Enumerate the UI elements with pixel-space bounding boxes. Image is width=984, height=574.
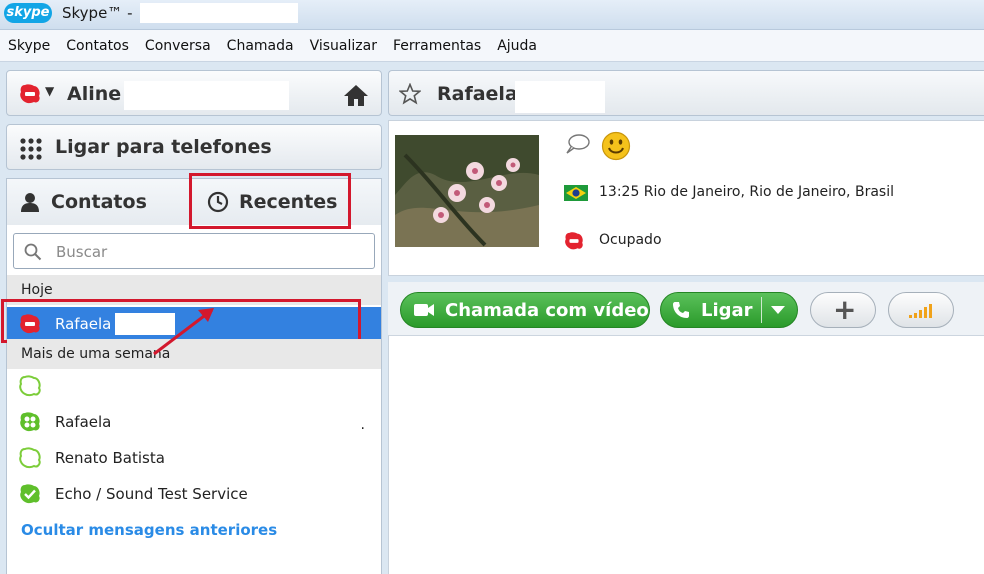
smiley-icon	[601, 131, 631, 161]
tabs: Contatos Recentes	[7, 173, 381, 229]
search-input[interactable]	[56, 240, 356, 264]
redacted-block	[515, 81, 605, 113]
offline-status-icon	[19, 375, 41, 397]
window-title: Skype™ -	[62, 4, 133, 22]
left-panel: ▼ Aline Ligar para telefones Contatos Re…	[1, 66, 382, 574]
redacted-block	[124, 81, 289, 110]
redacted-block	[115, 313, 175, 335]
call-phones-label: Ligar para telefones	[55, 136, 272, 158]
recent-row[interactable]	[7, 369, 381, 403]
contact-info-card: 13:25 Rio de Janeiro, Rio de Janeiro, Br…	[388, 120, 984, 276]
contacts-person-icon	[21, 193, 39, 212]
contacts-panel: Contatos Recentes Hoje	[1, 173, 382, 574]
call-label: Ligar	[701, 299, 753, 321]
online-status-icon	[20, 484, 40, 504]
tab-contatos-label: Contatos	[51, 191, 147, 213]
call-button[interactable]: Ligar	[660, 292, 798, 328]
menu-conversa[interactable]: Conversa	[145, 30, 211, 62]
menu-ferramentas[interactable]: Ferramentas	[393, 30, 481, 62]
add-participant-button[interactable]: +	[810, 292, 876, 328]
call-phones-button[interactable]: Ligar para telefones	[6, 124, 382, 170]
tab-recentes[interactable]: Recentes	[207, 179, 337, 225]
busy-status-icon	[20, 314, 40, 334]
tab-contatos[interactable]: Contatos	[19, 179, 147, 225]
group-status-icon	[20, 412, 40, 432]
section-header-older: Mais de uma semana	[7, 339, 381, 369]
contact-name: Rafaela	[55, 413, 112, 431]
menu-skype[interactable]: Skype	[8, 30, 50, 62]
brazil-flag-icon	[564, 185, 588, 201]
video-camera-icon	[414, 304, 434, 316]
call-quality-button[interactable]	[888, 292, 954, 328]
profile-bar[interactable]: ▼ Aline	[6, 70, 382, 116]
search-box[interactable]	[13, 233, 375, 269]
phone-icon	[673, 302, 689, 318]
right-panel: Rafaela 13:25 Rio de Janeiro, Rio de Jan…	[388, 66, 984, 574]
profile-name[interactable]: Aline	[67, 83, 121, 105]
mood-message-icon[interactable]	[564, 133, 590, 155]
divider	[761, 297, 762, 323]
star-icon[interactable]	[399, 83, 421, 105]
dialpad-icon	[20, 138, 42, 160]
chevron-down-icon[interactable]	[771, 306, 785, 314]
hide-older-messages-link[interactable]: Ocultar mensagens anteriores	[21, 521, 277, 539]
tab-recentes-label: Recentes	[239, 191, 338, 213]
skype-logo-icon: skype	[4, 3, 52, 23]
menu-ajuda[interactable]: Ajuda	[497, 30, 537, 62]
video-call-button[interactable]: Chamada com vídeo	[400, 292, 650, 328]
menu-contatos[interactable]: Contatos	[66, 30, 129, 62]
recent-row[interactable]: Renato Batista	[7, 441, 381, 475]
contact-avatar[interactable]	[395, 135, 539, 247]
section-header-today: Hoje	[7, 275, 381, 305]
call-quality-icon	[909, 304, 932, 318]
conversation-header: Rafaela	[388, 70, 984, 116]
title-bar: skype Skype™ -	[0, 0, 984, 30]
busy-status-icon[interactable]	[19, 83, 41, 105]
recent-row[interactable]: Rafaela .	[7, 405, 381, 439]
home-icon[interactable]	[343, 83, 369, 107]
recent-row-selected[interactable]: Rafaela	[7, 307, 381, 341]
clock-icon	[207, 191, 229, 213]
status-dropdown-icon[interactable]: ▼	[45, 84, 54, 98]
contact-location: 13:25 Rio de Janeiro, Rio de Janeiro, Br…	[599, 184, 894, 200]
video-call-label: Chamada com vídeo	[445, 299, 649, 321]
plus-icon: +	[833, 293, 857, 326]
offline-status-icon	[19, 447, 41, 469]
contact-name: Echo / Sound Test Service	[55, 485, 248, 503]
contact-status: Ocupado	[599, 232, 662, 248]
menu-bar: Skype Contatos Conversa Chamada Visualiz…	[0, 30, 984, 62]
contact-name-title: Rafaela	[437, 83, 518, 105]
recent-row[interactable]: Echo / Sound Test Service	[7, 477, 381, 511]
menu-chamada[interactable]: Chamada	[227, 30, 294, 62]
contact-name: Rafaela	[55, 315, 112, 333]
redacted-block	[140, 3, 298, 23]
contact-name: Renato Batista	[55, 449, 165, 467]
call-actions-bar: Chamada com vídeo Ligar +	[388, 282, 984, 336]
trailing-dot: .	[360, 417, 365, 433]
menu-visualizar[interactable]: Visualizar	[310, 30, 377, 62]
busy-status-icon	[565, 232, 583, 250]
chat-area[interactable]	[388, 336, 984, 574]
search-icon	[24, 243, 42, 261]
